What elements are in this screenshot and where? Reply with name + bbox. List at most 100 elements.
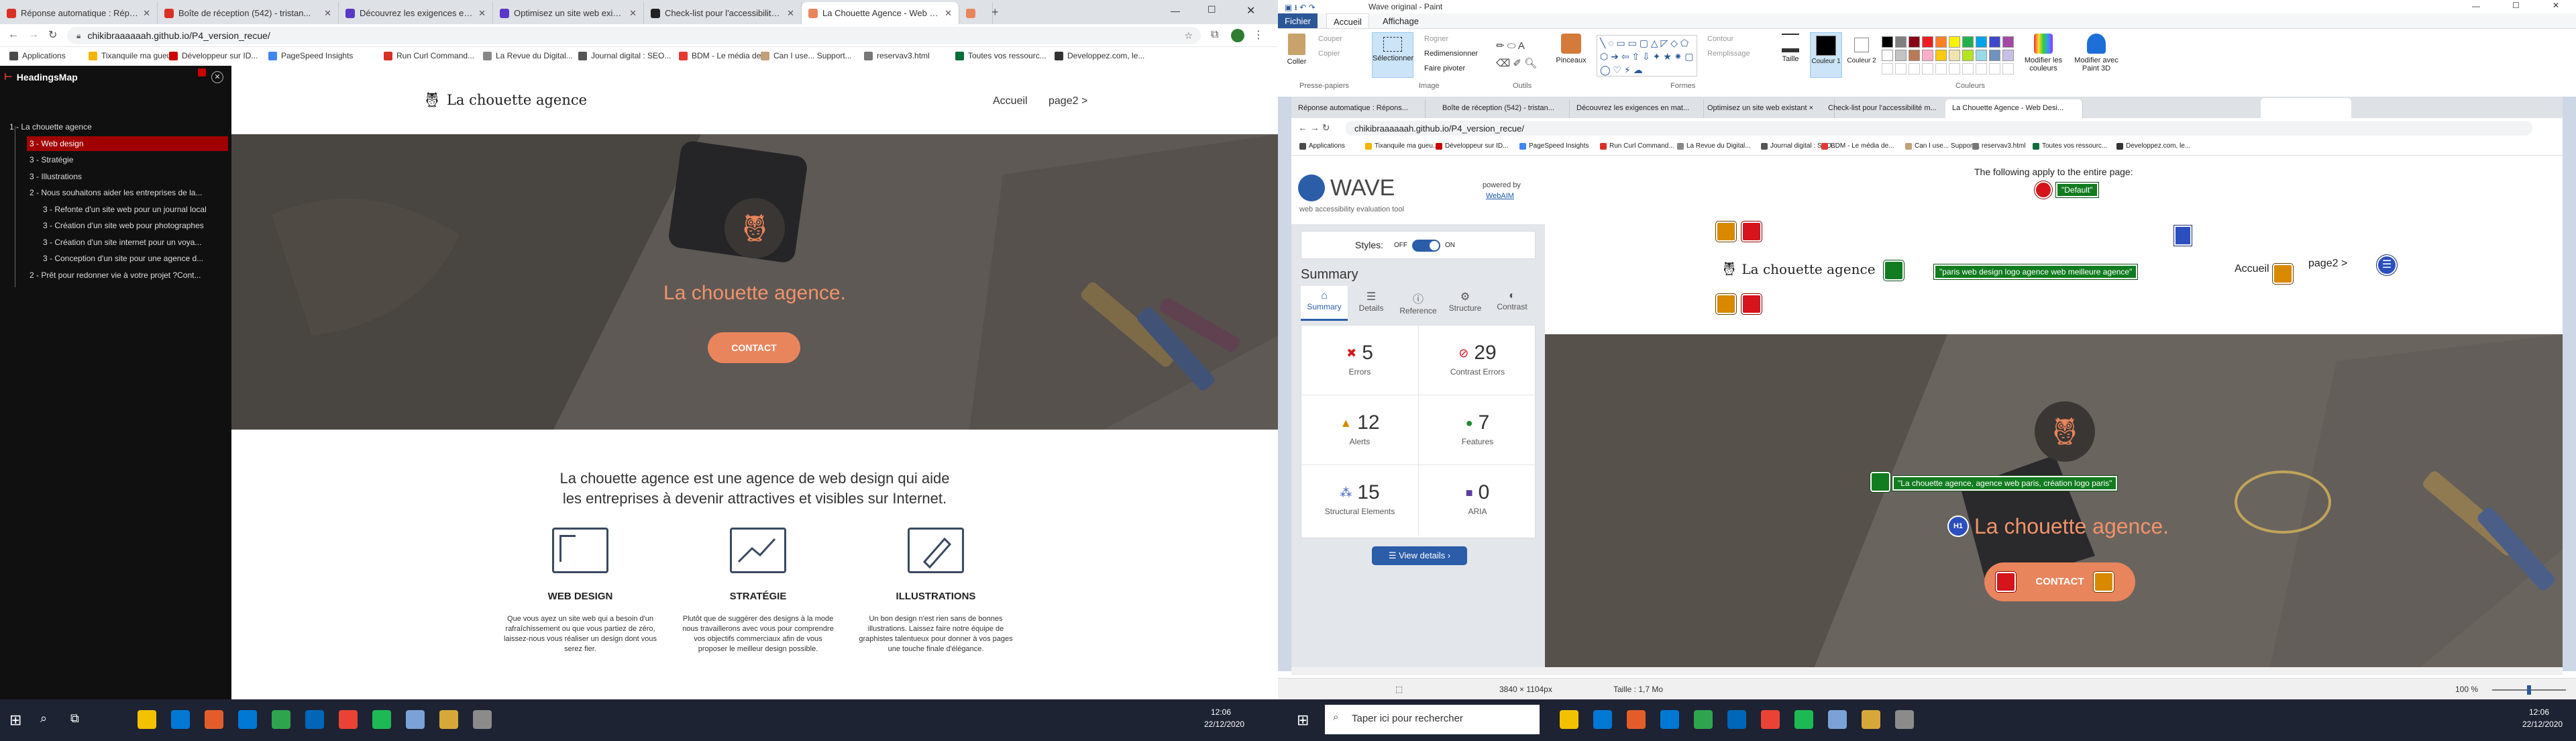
wave-tab-structure[interactable]: ⚙ Structure xyxy=(1442,286,1489,321)
browser-tab[interactable]: Boîte de réception (542) - tristan... ✕ xyxy=(158,2,339,24)
taskbar-file-explorer-icon[interactable] xyxy=(138,710,156,729)
wave-error-icon-2[interactable] xyxy=(1741,294,1762,314)
paint-tab-view[interactable]: Affichage xyxy=(1376,13,1426,28)
styles-toggle[interactable] xyxy=(1412,240,1440,252)
wave-list-icon[interactable]: ☰ xyxy=(2376,254,2398,276)
palette-swatch[interactable] xyxy=(1909,50,1920,61)
headingsmap-item[interactable]: 1 - La chouette agence xyxy=(7,119,228,134)
shapes-gallery[interactable]: ╲ ◌ ▭ ▭ ▢ △ ◸ ◇ ⬠ ⬡ ➔ ⇦ ⇧ ⇩ ✦ ★ ✷ ▢ ◯ ♡ … xyxy=(1597,35,1697,77)
taskbar-spotify-icon[interactable] xyxy=(1794,710,1813,729)
taskbar-gimp-icon[interactable] xyxy=(1862,710,1880,729)
headingsmap-item[interactable]: 3 - Création d'un site internet pour un … xyxy=(40,235,228,250)
url-field[interactable]: 🔒︎ chikibraaaaaah.github.io/P4_version_r… xyxy=(67,27,1201,44)
taskbar-search-field[interactable]: ⌕ Taper ici pour rechercher xyxy=(1325,705,1540,734)
palette-custom-swatch[interactable] xyxy=(1976,63,1987,75)
color1-button[interactable]: Couleur 1 xyxy=(1810,32,1842,78)
taskbar-vscode-icon[interactable] xyxy=(1727,710,1746,729)
tab-close-icon[interactable]: ✕ xyxy=(320,8,331,19)
paint-tab-home[interactable]: Accueil xyxy=(1326,13,1369,28)
palette-swatch[interactable] xyxy=(1976,50,1987,61)
zoom-slider[interactable] xyxy=(2492,685,2566,695)
task-view-icon[interactable]: ⧉ xyxy=(70,711,79,726)
menu-icon[interactable]: ⋮ xyxy=(1253,28,1264,42)
taskbar-misc-app-icon[interactable] xyxy=(473,710,492,729)
reload-icon[interactable]: ↻ xyxy=(48,28,57,42)
outline-dropdown[interactable]: Contour xyxy=(1707,35,1733,43)
size-button[interactable]: Taille xyxy=(1778,34,1803,63)
browser-tab[interactable]: Réponse automatique : Réponse...✕ xyxy=(0,2,158,24)
palette-swatch[interactable] xyxy=(1922,50,1933,61)
webaim-link[interactable]: WebAIM xyxy=(1486,192,1514,200)
taskbar-vscode-icon[interactable] xyxy=(305,710,324,729)
taskbar-paint-icon[interactable] xyxy=(406,710,425,729)
fill-dropdown[interactable]: Remplissage xyxy=(1707,50,1750,58)
bookmark-item[interactable]: Développeur sur ID... xyxy=(169,51,258,60)
wave-contrast-alert-icon[interactable] xyxy=(2094,572,2114,592)
palette-swatch[interactable] xyxy=(1962,50,1974,61)
browser-tab[interactable]: Découvrez les exigences en mati...✕ xyxy=(339,2,493,24)
taskbar-outlook-icon[interactable] xyxy=(1660,710,1679,729)
wave-tab-summary[interactable]: ⌂ Summary xyxy=(1301,286,1348,321)
wave-error-icon[interactable] xyxy=(1741,221,1762,242)
wave-h1-icon[interactable]: H1 xyxy=(1947,515,1969,537)
palette-swatch[interactable] xyxy=(1935,36,1947,48)
paint-tab-file[interactable]: Fichier xyxy=(1278,13,1318,28)
palette-swatch[interactable] xyxy=(1882,50,1893,61)
palette-swatch[interactable] xyxy=(1976,36,1987,48)
resize-button[interactable]: Redimensionner xyxy=(1424,50,1478,58)
browser-tab[interactable]: Check-list pour l'accessibilité m... ✕ xyxy=(644,2,802,24)
wave-stat-structural-elements[interactable]: ⁂ 15 Structural Elements xyxy=(1301,465,1419,535)
palette-swatch[interactable] xyxy=(1935,50,1947,61)
bookmark-item[interactable]: La Revue du Digital... xyxy=(483,51,573,60)
palette-custom-swatch[interactable] xyxy=(1909,63,1920,75)
profile-avatar[interactable] xyxy=(1231,29,1244,42)
wave-stat-features[interactable]: ● 7 Features xyxy=(1419,395,1536,465)
taskbar-chrome-icon[interactable] xyxy=(339,710,358,729)
bookmark-item[interactable]: Toutes vos ressourc... xyxy=(955,51,1046,60)
tab-close-icon[interactable]: ✕ xyxy=(139,8,150,19)
crop-button[interactable]: Rogner xyxy=(1424,35,1448,43)
taskbar-chrome-icon[interactable] xyxy=(1761,710,1780,729)
wave-tab-details[interactable]: ☰ Details xyxy=(1348,286,1395,321)
palette-swatch[interactable] xyxy=(1949,36,1960,48)
headingsmap-item[interactable]: 2 - Nous souhaitons aider les entreprise… xyxy=(27,185,228,200)
bookmark-item[interactable]: Tixanquile ma gueu... xyxy=(89,51,178,60)
headingsmap-item[interactable]: 3 - Web design xyxy=(27,136,228,151)
taskbar-firefox-icon[interactable] xyxy=(1627,710,1646,729)
bookmark-item[interactable]: Can I use... Support... xyxy=(761,51,852,60)
minimize-button[interactable]: — xyxy=(1171,5,1180,16)
tab-close-icon[interactable]: ✕ xyxy=(474,8,486,19)
palette-custom-swatch[interactable] xyxy=(1935,63,1947,75)
palette-swatch[interactable] xyxy=(1989,36,2000,48)
taskbar-git-icon[interactable] xyxy=(1694,710,1713,729)
bookmark-item[interactable]: reservav3.html xyxy=(864,51,930,60)
forward-icon[interactable]: → xyxy=(28,29,39,41)
search-icon[interactable]: ⌕ xyxy=(40,711,47,726)
edit-colors-button[interactable]: Modifier les couleurs xyxy=(2023,34,2064,72)
taskbar-paint-icon[interactable] xyxy=(1828,710,1847,729)
right-start-icon[interactable]: ⊞ xyxy=(1297,711,1309,729)
headingsmap-item[interactable]: 3 - Refonte d'un site web pour un journa… xyxy=(40,202,228,217)
palette-custom-swatch[interactable] xyxy=(1895,63,1907,75)
taskbar-gimp-icon[interactable] xyxy=(439,710,458,729)
taskbar-misc-app-icon[interactable] xyxy=(1895,710,1914,729)
copy-button[interactable]: Copier xyxy=(1318,50,1340,58)
wave-tab-contrast[interactable]: ◐ Contrast xyxy=(1489,286,1536,321)
site-logo[interactable]: 🦉︎ La chouette agence xyxy=(423,91,587,109)
headingsmap-item[interactable]: 3 - Création d'un site web pour photogra… xyxy=(40,218,228,233)
palette-swatch[interactable] xyxy=(1909,36,1920,48)
brushes-button[interactable]: Pinceaux xyxy=(1554,34,1588,64)
palette-custom-swatch[interactable] xyxy=(1922,63,1933,75)
paint-h-scrollbar[interactable] xyxy=(1291,667,2563,675)
paint-close-button[interactable]: ✕ xyxy=(2553,1,2559,10)
nav-page2[interactable]: page2 > xyxy=(1049,95,1087,107)
rotate-button[interactable]: Faire pivoter xyxy=(1424,64,1465,72)
bookmark-item[interactable]: BDM - Le média de... xyxy=(679,51,767,60)
paint3d-button[interactable]: Modifier avec Paint 3D xyxy=(2070,34,2123,72)
color2-button[interactable]: Couleur 2 xyxy=(1847,32,1876,78)
wave-error-icon[interactable] xyxy=(2035,181,2052,199)
wave-stat-contrast-errors[interactable]: ⊘ 29 Contrast Errors xyxy=(1419,326,1536,395)
hero-contact-button[interactable]: CONTACT xyxy=(708,332,800,363)
paste-button[interactable]: Coller xyxy=(1283,34,1310,66)
palette-swatch[interactable] xyxy=(1962,36,1974,48)
